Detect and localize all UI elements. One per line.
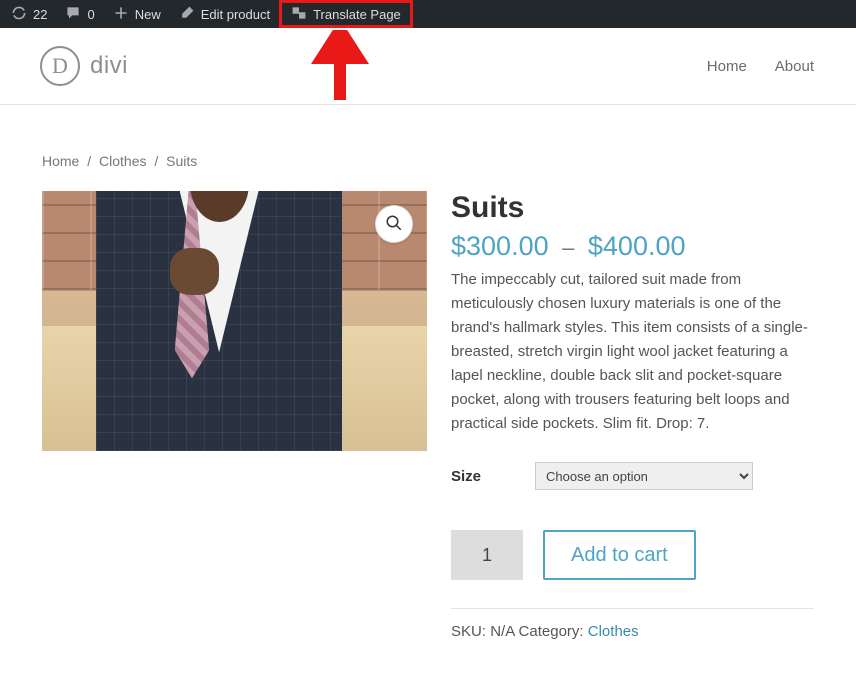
- product-summary: Suits $300.00 – $400.00 The impeccably c…: [451, 191, 814, 640]
- breadcrumb-current: Suits: [166, 153, 197, 169]
- product: Suits $300.00 – $400.00 The impeccably c…: [42, 191, 814, 640]
- page-content: Home / Clothes / Suits Suits $300.: [0, 105, 856, 660]
- variation-row-size: Size Choose an option: [451, 462, 814, 490]
- product-price: $300.00 – $400.00: [451, 231, 814, 262]
- pencil-icon: [179, 5, 195, 24]
- breadcrumb-home[interactable]: Home: [42, 153, 79, 169]
- edit-product-label: Edit product: [201, 7, 270, 22]
- product-description: The impeccably cut, tailored suit made f…: [451, 268, 814, 436]
- sku-value: N/A: [490, 623, 514, 640]
- meta-divider: [451, 608, 814, 609]
- wp-admin-bar: 22 0 New Edit product Translate Page: [0, 0, 856, 28]
- breadcrumb-sep: /: [154, 153, 158, 169]
- edit-product-item[interactable]: Edit product: [170, 0, 279, 28]
- nav-home[interactable]: Home: [707, 58, 747, 75]
- comments-item[interactable]: 0: [56, 0, 103, 28]
- logo-mark: D: [40, 46, 80, 86]
- product-meta: SKU: N/A Category: Clothes: [451, 623, 814, 640]
- price-high: $400.00: [588, 231, 686, 261]
- quantity-input[interactable]: [451, 530, 523, 580]
- product-image[interactable]: [42, 191, 427, 451]
- price-separator: –: [562, 235, 574, 260]
- size-label: Size: [451, 468, 535, 485]
- size-select[interactable]: Choose an option: [535, 462, 753, 490]
- comment-icon: [65, 5, 81, 24]
- translate-highlight: Translate Page: [279, 0, 413, 28]
- breadcrumb-category[interactable]: Clothes: [99, 153, 146, 169]
- primary-nav: Home About: [707, 58, 814, 75]
- updates-count: 22: [33, 7, 47, 22]
- product-title: Suits: [451, 191, 814, 225]
- logo-word: divi: [90, 52, 128, 80]
- translate-label: Translate Page: [313, 7, 401, 22]
- site-logo[interactable]: D divi: [40, 46, 128, 86]
- new-label: New: [135, 7, 161, 22]
- plus-icon: [113, 5, 129, 24]
- add-to-cart-button[interactable]: Add to cart: [543, 530, 696, 580]
- product-gallery: [42, 191, 427, 451]
- updates-item[interactable]: 22: [2, 0, 56, 28]
- updates-icon: [11, 5, 27, 24]
- breadcrumb: Home / Clothes / Suits: [42, 153, 814, 169]
- nav-about[interactable]: About: [775, 58, 814, 75]
- site-header: D divi Home About: [0, 28, 856, 105]
- category-link[interactable]: Clothes: [588, 623, 639, 640]
- sku-label: SKU:: [451, 623, 486, 640]
- translate-icon: [291, 5, 307, 24]
- magnifier-icon: [385, 214, 403, 235]
- comments-count: 0: [87, 7, 94, 22]
- translate-page-item[interactable]: Translate Page: [282, 3, 410, 25]
- add-to-cart-row: Add to cart: [451, 530, 814, 580]
- price-low: $300.00: [451, 231, 549, 261]
- new-item[interactable]: New: [104, 0, 170, 28]
- category-label: Category:: [519, 623, 584, 640]
- breadcrumb-sep: /: [87, 153, 91, 169]
- zoom-button[interactable]: [375, 205, 413, 243]
